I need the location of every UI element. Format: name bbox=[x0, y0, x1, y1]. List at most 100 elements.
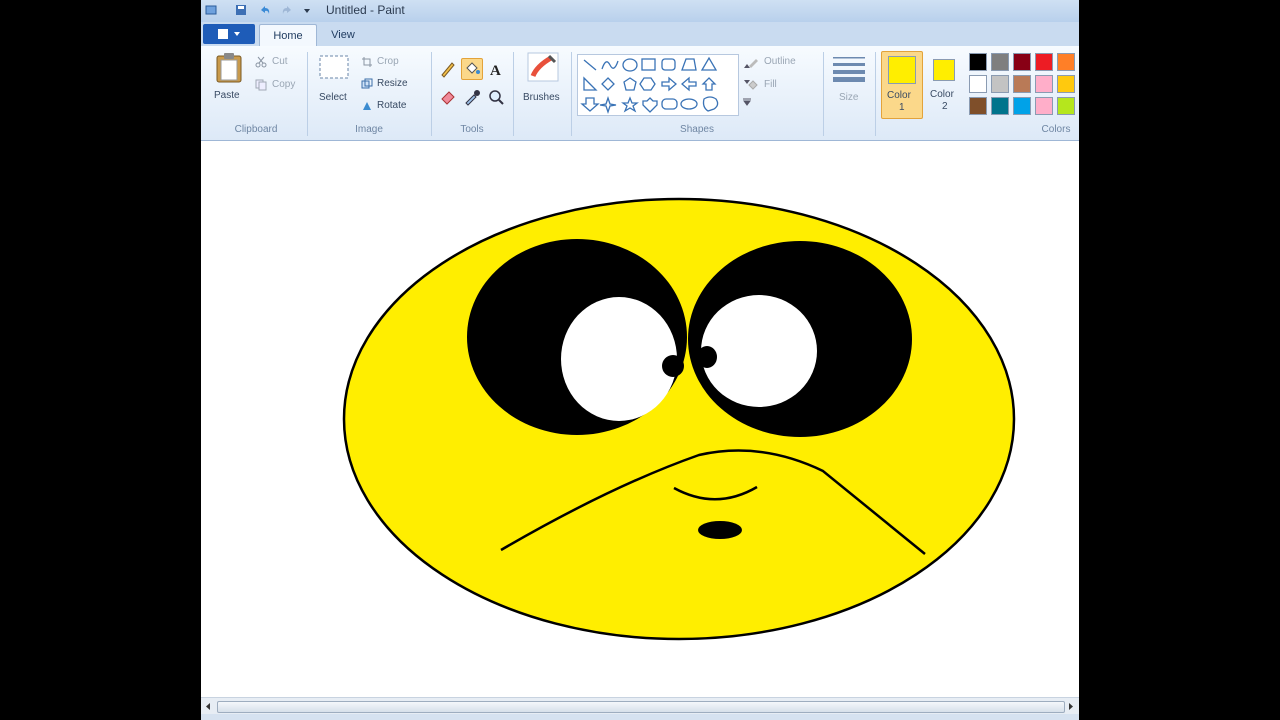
right-pupil bbox=[697, 346, 717, 368]
color-picker-tool[interactable] bbox=[461, 86, 483, 108]
cut-button[interactable]: Cut bbox=[272, 56, 288, 67]
clipboard-group-label: Clipboard bbox=[234, 124, 278, 135]
tab-home[interactable]: Home bbox=[259, 24, 317, 47]
palette-swatch[interactable] bbox=[1057, 53, 1075, 71]
palette-swatch[interactable] bbox=[1013, 75, 1031, 93]
shapes-expand-icon[interactable] bbox=[741, 96, 753, 108]
pencil-tool[interactable] bbox=[437, 58, 459, 80]
scrollbar-thumb[interactable] bbox=[217, 701, 1065, 713]
color2-number: 2 bbox=[942, 101, 948, 112]
select-button[interactable]: Select bbox=[315, 52, 355, 114]
resize-icon bbox=[361, 78, 373, 89]
tools-group-label: Tools bbox=[460, 124, 484, 135]
color2-label: Color bbox=[930, 89, 954, 100]
separator bbox=[307, 52, 308, 136]
outline-icon bbox=[749, 59, 758, 68]
palette-swatch[interactable] bbox=[991, 53, 1009, 71]
scroll-right-icon[interactable] bbox=[1067, 702, 1075, 711]
eyedropper-icon bbox=[465, 90, 480, 106]
color2-swatch bbox=[933, 59, 955, 81]
palette-swatch[interactable] bbox=[991, 97, 1009, 115]
save-icon[interactable] bbox=[235, 4, 247, 16]
copy-icon bbox=[255, 79, 267, 91]
text-icon: A bbox=[490, 63, 501, 79]
left-pupil bbox=[662, 355, 684, 377]
eraser-tool[interactable] bbox=[437, 86, 459, 108]
mouth bbox=[698, 521, 742, 539]
shapes-gallery-icons bbox=[580, 56, 719, 115]
palette-swatch[interactable] bbox=[969, 97, 987, 115]
brushes-button[interactable]: Brushes bbox=[519, 52, 567, 114]
shapes-group-label: Shapes bbox=[680, 124, 714, 135]
fill-bucket-icon bbox=[466, 62, 480, 74]
palette-swatch[interactable] bbox=[1035, 53, 1053, 71]
magnifier-icon bbox=[489, 90, 504, 105]
status-bar bbox=[201, 714, 1079, 720]
ribbon-tab-bar: Home View bbox=[201, 22, 1079, 47]
brushes-label: Brushes bbox=[523, 92, 560, 103]
color1-swatch bbox=[888, 56, 916, 84]
paint-app-icon[interactable] bbox=[205, 4, 217, 16]
file-menu-button[interactable] bbox=[203, 24, 255, 44]
text-tool[interactable]: A bbox=[485, 58, 507, 80]
drawing-canvas[interactable] bbox=[201, 141, 1079, 697]
separator bbox=[513, 52, 514, 136]
separator bbox=[823, 52, 824, 136]
colors-group-label: Colors bbox=[1041, 124, 1071, 135]
tab-view[interactable]: View bbox=[323, 24, 363, 46]
palette-swatch[interactable] bbox=[1057, 97, 1075, 115]
palette-swatch[interactable] bbox=[1035, 97, 1053, 115]
size-label: Size bbox=[839, 92, 859, 103]
magnifier-tool[interactable] bbox=[485, 86, 507, 108]
paste-button[interactable]: Paste bbox=[209, 52, 249, 114]
palette-swatch[interactable] bbox=[1013, 97, 1031, 115]
face-ellipse bbox=[342, 197, 1016, 641]
rotate-icon bbox=[363, 102, 371, 110]
redo-icon[interactable] bbox=[281, 4, 293, 16]
palette-swatch[interactable] bbox=[1035, 75, 1053, 93]
crop-icon bbox=[362, 57, 372, 67]
separator bbox=[875, 52, 876, 136]
scroll-left-icon[interactable] bbox=[204, 702, 212, 711]
eraser-icon bbox=[441, 91, 455, 105]
fill-button[interactable]: Fill bbox=[764, 79, 777, 90]
palette-swatch[interactable] bbox=[991, 75, 1009, 93]
image-group-label: Image bbox=[355, 124, 383, 135]
shapes-gallery[interactable] bbox=[577, 54, 739, 116]
paint-window: Untitled - Paint Home View Paste Cut Cop… bbox=[201, 0, 1079, 720]
outline-button[interactable]: Outline bbox=[764, 56, 796, 67]
copy-button[interactable]: Copy bbox=[272, 79, 295, 90]
pencil-icon bbox=[441, 62, 455, 78]
fill-tool[interactable] bbox=[461, 58, 483, 80]
select-icon bbox=[319, 55, 349, 79]
palette-swatch[interactable] bbox=[969, 53, 987, 71]
color1-number: 1 bbox=[899, 102, 905, 113]
paste-icon bbox=[216, 53, 242, 83]
cut-icon bbox=[255, 56, 267, 68]
resize-button[interactable]: Resize bbox=[377, 78, 408, 89]
palette-swatch[interactable] bbox=[1013, 53, 1031, 71]
palette-swatch[interactable] bbox=[969, 75, 987, 93]
ribbon: Paste Cut Copy Clipboard Select Crop Res… bbox=[201, 46, 1079, 141]
paste-label: Paste bbox=[214, 90, 240, 101]
color1-button[interactable]: Color 1 bbox=[881, 51, 923, 119]
right-eye-white bbox=[701, 295, 817, 407]
fill-shape-icon bbox=[748, 80, 758, 90]
rotate-button[interactable]: Rotate bbox=[377, 100, 406, 111]
size-button[interactable]: Size bbox=[829, 52, 869, 114]
crop-button[interactable]: Crop bbox=[377, 56, 399, 67]
customize-qat-icon[interactable] bbox=[301, 4, 313, 16]
select-label: Select bbox=[319, 92, 347, 103]
horizontal-scrollbar[interactable] bbox=[201, 697, 1079, 715]
palette-swatch[interactable] bbox=[1057, 75, 1075, 93]
left-eye-white bbox=[561, 297, 677, 421]
canvas-drawing bbox=[342, 197, 1016, 641]
separator bbox=[571, 52, 572, 136]
undo-icon[interactable] bbox=[259, 4, 271, 16]
svg-text:A: A bbox=[490, 63, 501, 79]
size-icon bbox=[833, 57, 865, 82]
color2-button[interactable]: Color 2 bbox=[925, 51, 965, 117]
window-title: Untitled - Paint bbox=[326, 3, 405, 17]
separator bbox=[431, 52, 432, 136]
color1-label: Color bbox=[887, 90, 911, 101]
